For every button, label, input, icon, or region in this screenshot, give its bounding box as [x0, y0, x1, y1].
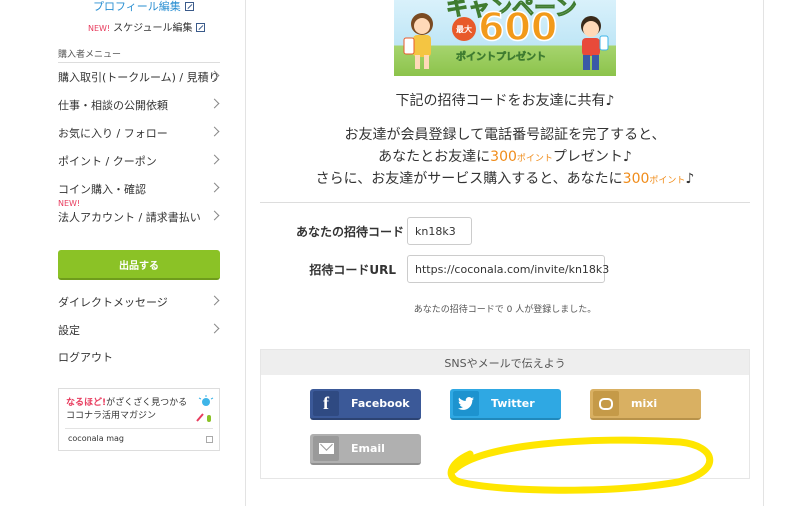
sns-share-box: SNSやメールで伝えよう f Facebook Twitter mixi Ema…: [260, 349, 750, 479]
divider: [65, 428, 213, 429]
invite-url-label: 招待コードURL: [309, 263, 396, 277]
twitter-share-button[interactable]: Twitter: [450, 389, 561, 420]
new-badge: NEW!: [88, 24, 111, 33]
text: あなたとお友達に: [378, 149, 491, 165]
sidebar-item-corporate[interactable]: NEW! 法人アカウント / 請求書払い: [58, 199, 220, 227]
sidebar-item-public-requests[interactable]: 仕事・相談の公開依頼: [58, 95, 220, 115]
profile-edit-link[interactable]: プロフィール編集: [93, 0, 194, 14]
invite-code-label: あなたの招待コード: [296, 225, 405, 239]
external-link-icon: [206, 436, 213, 443]
girl-illustration: [403, 13, 433, 69]
description-line-1: お友達が会員登録して電話番号認証を完了すると、: [344, 127, 666, 143]
button-label: Facebook: [351, 397, 410, 410]
points-amount: 300: [622, 171, 650, 187]
sidebar-item-label: お気に入り / フォロー: [58, 127, 168, 140]
points-unit: ポイント: [516, 154, 553, 164]
chevron-right-icon: [209, 323, 220, 334]
chevron-right-icon: [209, 295, 220, 306]
twitter-bird-icon: [453, 391, 479, 416]
sidebar: プロフィール編集 NEW! スケジュール編集 購入者メニュー 購入取引(トークルー…: [0, 0, 246, 506]
buyer-menu-heading: 購入者メニュー: [58, 47, 220, 63]
sidebar-item-label: ダイレクトメッセージ: [58, 296, 168, 309]
sidebar-item-favorites[interactable]: お気に入り / フォロー: [58, 123, 220, 143]
magazine-title-line2: ココナラ活用マガジン: [66, 411, 157, 421]
max-badge: 最大: [452, 17, 476, 41]
sidebar-item-label: 購入取引(トークルーム) / 見積り: [58, 71, 220, 84]
magazine-card[interactable]: なるほど!がざくざく見つかる ココナラ活用マガジン coconala mag: [58, 388, 220, 451]
facebook-icon: f: [313, 391, 339, 416]
boy-illustration: [581, 16, 609, 70]
text: さらに、お友達がサービス購入すると、あなたに: [315, 171, 623, 187]
button-label: Email: [351, 442, 385, 455]
chevron-right-icon: [209, 98, 220, 109]
text: ♪: [685, 171, 695, 187]
sidebar-item-messages[interactable]: ダイレクトメッセージ: [58, 292, 220, 312]
envelope-icon: [313, 436, 339, 461]
sidebar-item-purchases[interactable]: 購入取引(トークルーム) / 見積り: [58, 67, 220, 87]
email-share-button[interactable]: Email: [310, 434, 421, 465]
text: プレゼント♪: [552, 149, 632, 165]
mixi-share-button[interactable]: mixi: [590, 389, 701, 420]
sidebar-item-settings[interactable]: 設定: [58, 320, 220, 340]
sidebar-item-label: ログアウト: [58, 351, 113, 364]
chevron-right-icon: [209, 154, 220, 165]
points-unit: ポイント: [649, 176, 686, 186]
sidebar-item-coins[interactable]: コイン購入・確認: [58, 179, 220, 199]
invite-code-field[interactable]: kn18k3: [407, 217, 472, 245]
campaign-banner[interactable]: キャンペーン 最大 600 ポイントプレゼント: [394, 0, 616, 76]
registration-count-note: あなたの招待コードで 0 人が登録しました。: [413, 305, 597, 315]
sns-heading: SNSやメールで伝えよう: [261, 350, 749, 375]
description-line-2: あなたとお友達に300ポイントプレゼント♪: [246, 146, 764, 170]
chevron-right-icon: [209, 210, 220, 221]
sidebar-item-label: コイン購入・確認: [58, 183, 146, 196]
profile-edit-label: プロフィール編集: [93, 0, 181, 13]
sidebar-item-label: ポイント / クーポン: [58, 155, 157, 168]
magazine-title-rest: がざくざく見つかる: [106, 398, 188, 408]
schedule-edit-label: スケジュール編集: [113, 23, 193, 34]
divider: [260, 202, 750, 203]
campaign-number: 600: [477, 4, 558, 50]
main-content: キャンペーン 最大 600 ポイントプレゼント 下記の招待コードをお友達に共有♪…: [246, 0, 764, 506]
lightbulb-icon: [196, 395, 214, 422]
campaign-subtitle: ポイントプレゼント: [456, 52, 547, 64]
sidebar-item-label: 仕事・相談の公開依頼: [58, 99, 168, 112]
sidebar-item-logout[interactable]: ログアウト: [58, 347, 220, 367]
button-label: mixi: [631, 397, 658, 410]
invite-url-field[interactable]: https://coconala.com/invite/kn18k3: [407, 255, 609, 283]
facebook-share-button[interactable]: f Facebook: [310, 389, 421, 420]
magazine-footer: coconala mag: [68, 434, 124, 443]
chevron-right-icon: [209, 182, 220, 193]
share-instruction: 下記の招待コードをお友達に共有♪: [395, 93, 615, 109]
description-line-3: さらに、お友達がサービス購入すると、あなたに300ポイント♪: [246, 168, 764, 192]
new-badge: NEW!: [58, 199, 81, 208]
sidebar-item-label: 設定: [58, 324, 80, 337]
sell-button[interactable]: 出品する: [58, 250, 220, 280]
sidebar-item-points[interactable]: ポイント / クーポン: [58, 151, 220, 171]
sidebar-item-label: 法人アカウント / 請求書払い: [58, 211, 201, 224]
magazine-title: なるほど!がざくざく見つかる ココナラ活用マガジン: [66, 397, 187, 423]
magazine-title-highlight: なるほど!: [66, 398, 107, 408]
edit-icon: [184, 2, 194, 11]
schedule-edit-link[interactable]: NEW! スケジュール編集: [88, 19, 206, 34]
edit-icon: [196, 23, 206, 32]
points-amount: 300: [490, 149, 517, 165]
chevron-right-icon: [209, 126, 220, 137]
button-label: Twitter: [491, 397, 535, 410]
mixi-icon: [593, 391, 619, 416]
